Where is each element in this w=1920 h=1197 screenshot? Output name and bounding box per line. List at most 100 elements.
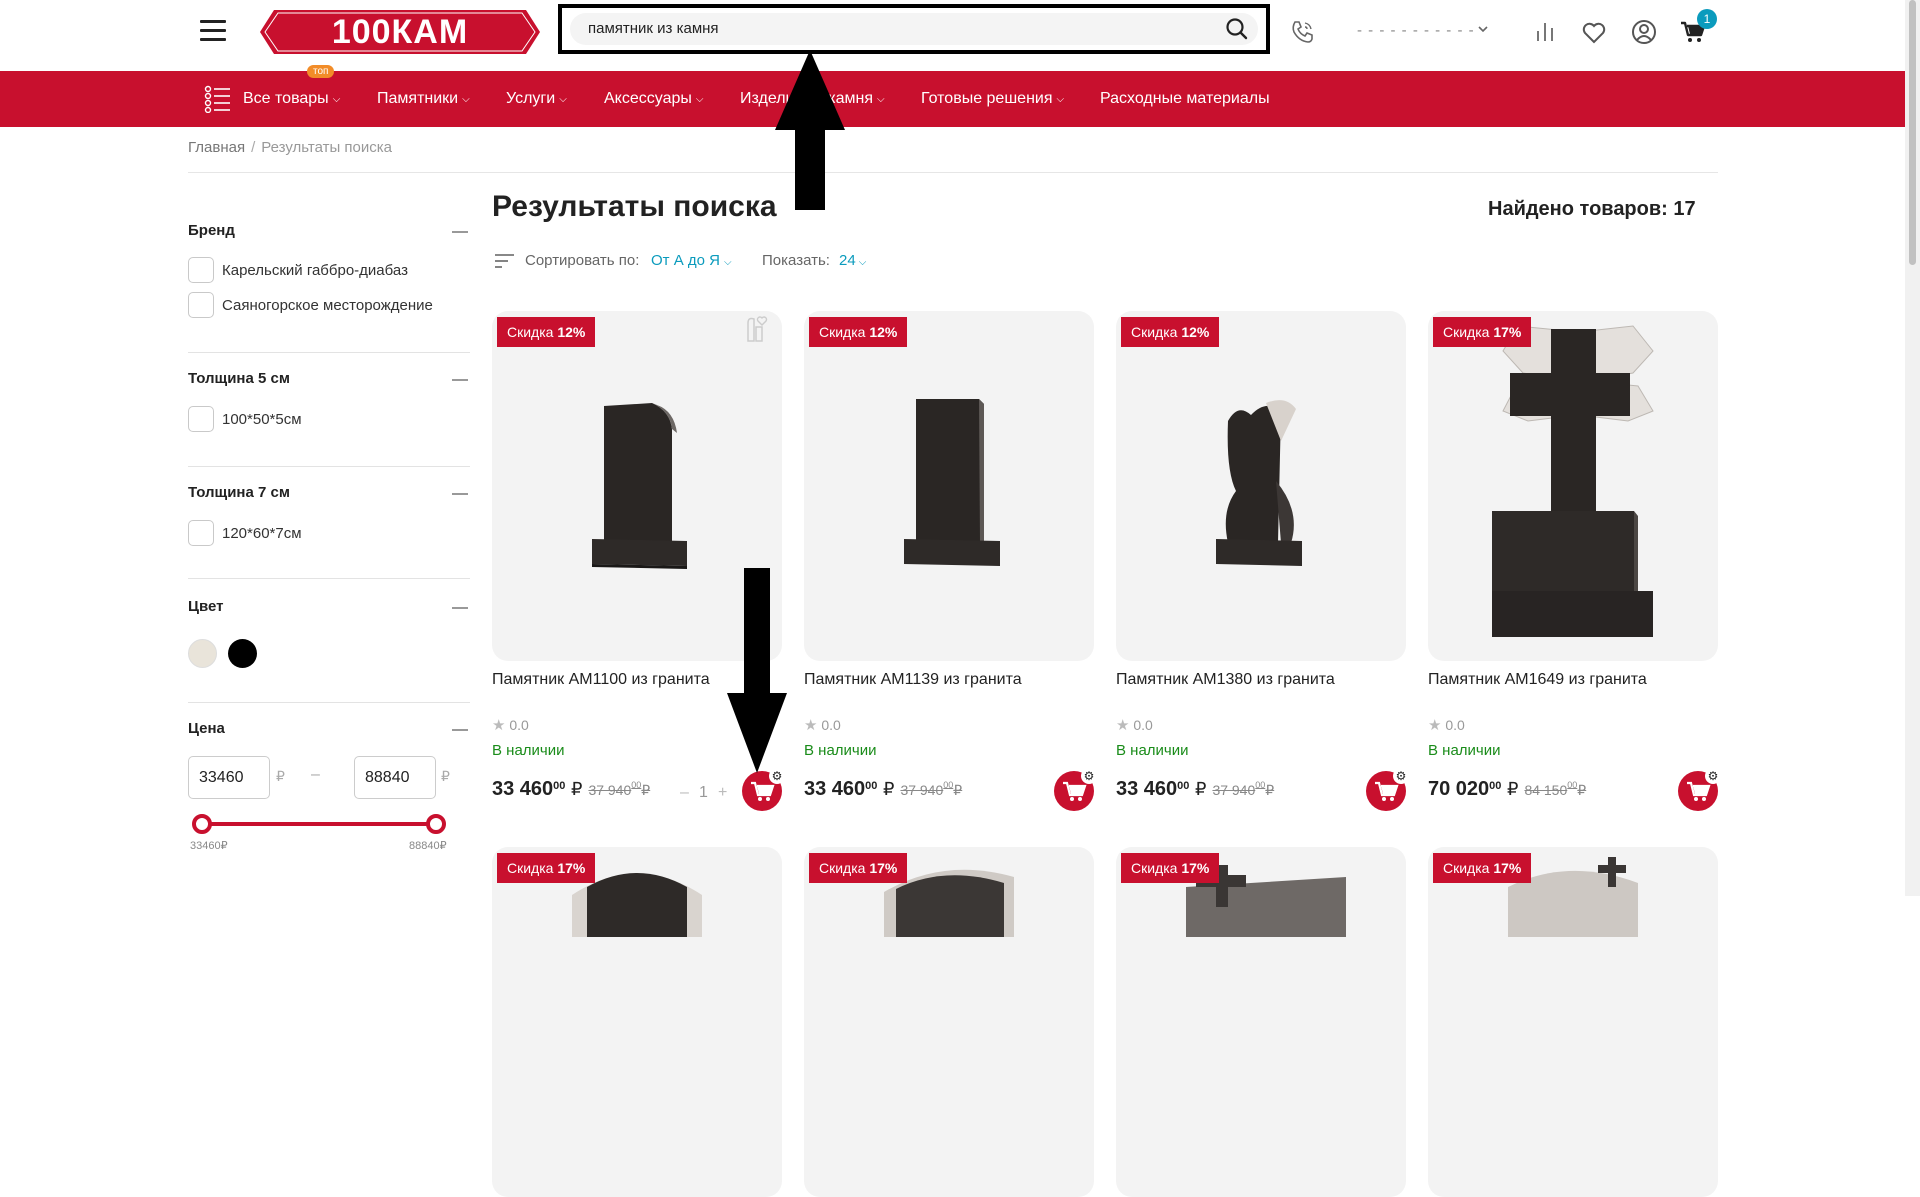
nav-all-products[interactable]: Все товары ⌵ [204, 71, 340, 127]
filter-thick7-checkbox[interactable] [188, 520, 214, 546]
nav-services-label: Услуги [506, 90, 556, 107]
sort-select[interactable]: От А до Я ⌵ [651, 249, 732, 275]
divider [188, 466, 470, 467]
price-slider-max-handle[interactable] [426, 814, 446, 834]
collapse-minus-icon[interactable] [452, 379, 468, 381]
product-name[interactable]: Памятник АМ1649 из гранита [1428, 671, 1647, 689]
discount-value: 12% [557, 324, 586, 340]
filter-brand-label-1[interactable]: Карельский габбро-диабаз [222, 262, 408, 279]
menu-burger-icon[interactable] [200, 20, 226, 42]
collapse-minus-icon[interactable] [452, 729, 468, 731]
collapse-minus-icon[interactable] [452, 607, 468, 609]
star-icon: ★ [1428, 717, 1442, 734]
add-to-cart-button[interactable]: ⚙ [1678, 768, 1721, 811]
collapse-minus-icon[interactable] [452, 493, 468, 495]
breadcrumb-home[interactable]: Главная [188, 139, 245, 156]
favorites-heart-icon[interactable] [1579, 17, 1609, 47]
price-max-input[interactable]: 88840 [354, 756, 436, 799]
phone-number[interactable]: - - - - - - - - - - - [1357, 22, 1475, 39]
old-price-value: 37 940 [900, 782, 944, 798]
callback-phone-icon[interactable] [1287, 17, 1317, 47]
nav-monuments-label: Памятники [377, 90, 459, 107]
product-price: 33 46000 ₽37 94000₽ [492, 778, 650, 801]
price-currency: ₽ [1194, 779, 1207, 799]
price-kopecks: 00 [865, 780, 878, 792]
nav-accessories[interactable]: Аксессуары ⌵ [604, 71, 703, 127]
discount-label: Скидка [1443, 860, 1490, 876]
product-name[interactable]: Памятник АМ1380 из гранита [1116, 671, 1335, 689]
old-price-currency: ₽ [1577, 782, 1587, 798]
stock-status: В наличии [492, 742, 565, 759]
price-kopecks: 00 [553, 780, 566, 792]
search-icon[interactable] [1224, 16, 1250, 42]
filter-brand-checkbox-2[interactable] [188, 292, 214, 318]
qty-plus-button[interactable]: + [718, 784, 727, 802]
price-slider-track[interactable] [202, 822, 436, 826]
color-swatch-black[interactable] [228, 639, 257, 668]
filter-brand-checkbox-1[interactable] [188, 257, 214, 283]
discount-label: Скидка [507, 860, 554, 876]
discount-badge: Скидка 12% [497, 317, 596, 347]
add-to-cart-button[interactable]: ⚙ [1366, 768, 1409, 811]
currency-label: ₽ [276, 768, 285, 784]
old-price-kopecks: 00 [1255, 780, 1266, 790]
product-rating: ★ 0.0 [1116, 716, 1153, 734]
price-value: 33 460 [1116, 778, 1178, 800]
product-image[interactable]: Скидка 12% [804, 311, 1094, 661]
old-price: 84 15000₽ [1524, 780, 1587, 798]
nav-consumables[interactable]: Расходные материалы [1100, 71, 1270, 127]
product-name[interactable]: Памятник АМ1139 из гранита [804, 671, 1022, 689]
product-image[interactable]: Скидка 17% [1428, 311, 1718, 661]
nav-all-products-label: Все товары [243, 90, 329, 107]
add-to-cart-button[interactable]: ⚙ [742, 768, 785, 811]
show-count-select[interactable]: 24 ⌵ [839, 249, 866, 275]
price-min-input[interactable]: 33460 [188, 756, 270, 799]
chevron-down-icon: ⌵ [559, 94, 567, 105]
price-value: 70 020 [1428, 778, 1490, 800]
product-image[interactable]: Скидка 17% [1116, 847, 1406, 1197]
nav-services[interactable]: Услуги ⌵ [506, 71, 567, 127]
filter-color-title[interactable]: Цвет [188, 598, 223, 615]
add-to-cart-button[interactable]: ⚙ [1054, 768, 1097, 811]
page-scrollbar[interactable] [1905, 0, 1920, 896]
gear-icon: ⚙ [1393, 768, 1409, 784]
price-kopecks: 00 [1489, 780, 1502, 792]
scrollbar-thumb[interactable] [1909, 0, 1916, 265]
filter-thick5-title[interactable]: Толщина 5 см [188, 370, 290, 387]
product-name[interactable]: Памятник АМ1100 из гранита [492, 671, 710, 689]
qty-minus-button[interactable]: – [680, 784, 689, 802]
filter-thick5-label[interactable]: 100*50*5см [222, 411, 302, 428]
product-price: 70 02000 ₽84 15000₽ [1428, 778, 1586, 801]
price-slider-min-handle[interactable] [192, 814, 212, 834]
site-logo[interactable]: 100КАМ [260, 10, 540, 54]
compare-icon[interactable] [1530, 17, 1560, 47]
compare-heart-icon[interactable] [742, 313, 772, 347]
filter-thick5-checkbox[interactable] [188, 406, 214, 432]
filter-brand-label-2[interactable]: Саяногорское месторождение [222, 297, 433, 314]
discount-value: 17% [869, 860, 898, 876]
rating-value: 0.0 [1133, 717, 1153, 733]
filter-thick7-label[interactable]: 120*60*7см [222, 525, 302, 542]
color-swatch-light[interactable] [188, 639, 217, 668]
account-user-icon[interactable] [1629, 17, 1659, 47]
product-image[interactable]: Скидка 17% [492, 847, 782, 1197]
product-image[interactable]: Скидка 12% [1116, 311, 1406, 661]
filter-brand-title[interactable]: Бренд [188, 222, 235, 239]
product-image[interactable]: Скидка 17% [804, 847, 1094, 1197]
price-slider-min-label: 33460₽ [190, 840, 228, 852]
search-input[interactable] [588, 13, 1188, 45]
sort-icon[interactable] [494, 252, 516, 270]
collapse-minus-icon[interactable] [452, 231, 468, 233]
nav-monuments[interactable]: Памятники ⌵ [377, 71, 470, 127]
product-image[interactable]: Скидка 17% [1428, 847, 1718, 1197]
chevron-down-icon[interactable] [1473, 19, 1493, 39]
star-icon: ★ [1116, 717, 1130, 734]
currency-label: ₽ [441, 768, 450, 784]
qty-value[interactable]: 1 [699, 784, 708, 802]
filter-price-title[interactable]: Цена [188, 720, 225, 737]
old-price-kopecks: 00 [943, 780, 954, 790]
nav-ready-solutions[interactable]: Готовые решения ⌵ [921, 71, 1064, 127]
chevron-down-icon: ⌵ [858, 257, 867, 268]
product-rating: ★ 0.0 [1428, 716, 1465, 734]
filter-thick7-title[interactable]: Толщина 7 см [188, 484, 290, 501]
